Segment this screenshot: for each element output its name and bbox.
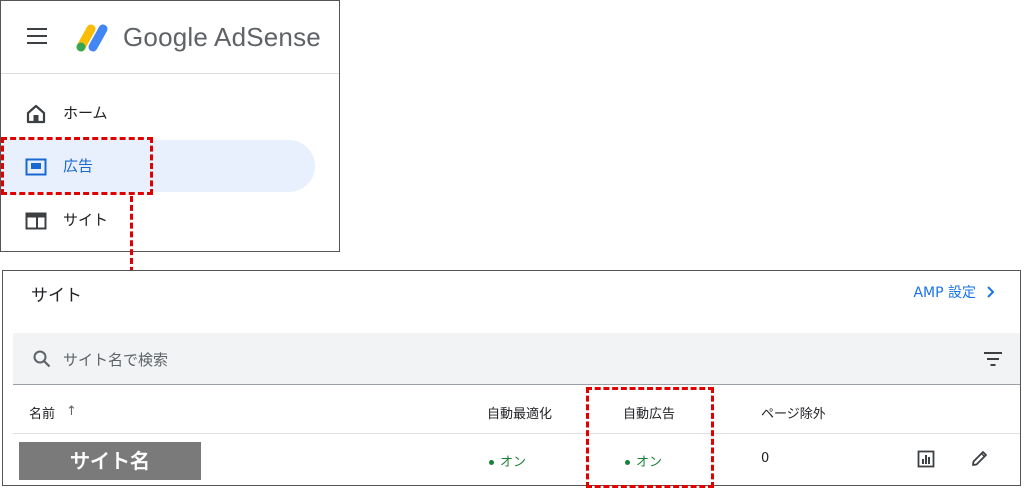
column-header-page-exclusions: ページ除外 bbox=[761, 407, 826, 422]
table-row[interactable]: サイト名 オン オン 0 bbox=[13, 434, 1020, 485]
hamburger-menu-icon[interactable] bbox=[27, 28, 47, 44]
home-icon bbox=[26, 104, 46, 124]
sidebar-item-sites[interactable]: サイト bbox=[1, 194, 315, 246]
amp-settings-label: AMP 設定 bbox=[913, 285, 976, 301]
annotation-highlight-auto-ads bbox=[586, 387, 714, 488]
sidebar-item-label: サイト bbox=[63, 211, 109, 229]
site-name[interactable]: サイト名 bbox=[19, 442, 201, 480]
column-header-name[interactable]: 名前 bbox=[29, 403, 55, 422]
app-header: Google AdSense bbox=[1, 1, 339, 74]
sites-icon bbox=[25, 212, 47, 230]
search-bar bbox=[13, 333, 1020, 385]
page-exclusions-value: 0 bbox=[761, 451, 770, 466]
search-icon bbox=[33, 350, 51, 368]
column-header-auto-optimize: 自動最適化 bbox=[487, 407, 553, 422]
filter-icon[interactable] bbox=[983, 351, 1003, 367]
edit-pencil-icon[interactable] bbox=[971, 449, 989, 467]
report-icon[interactable] bbox=[917, 450, 935, 468]
sidebar-item-home[interactable]: ホーム bbox=[1, 87, 315, 139]
auto-optimize-status: オン bbox=[489, 451, 526, 470]
chevron-right-icon bbox=[987, 286, 995, 298]
auto-optimize-value: オン bbox=[500, 455, 527, 470]
sites-panel: サイト AMP 設定 名前 ↑ 自動最適化 自動広告 ページ除外 サイト名 オン… bbox=[2, 270, 1021, 486]
page-title: サイト bbox=[31, 286, 82, 306]
sort-ascending-icon[interactable]: ↑ bbox=[66, 404, 77, 419]
brand-name: Google AdSense bbox=[123, 22, 321, 52]
annotation-highlight-ads bbox=[1, 137, 153, 195]
status-dot-icon bbox=[489, 460, 494, 465]
sidebar-panel: Google AdSense ホーム 広告 サイト bbox=[0, 0, 340, 252]
amp-settings-link[interactable]: AMP 設定 bbox=[913, 282, 996, 302]
search-input[interactable] bbox=[61, 345, 765, 375]
sidebar-item-label: ホーム bbox=[63, 104, 108, 122]
adsense-logo-icon bbox=[76, 24, 108, 52]
